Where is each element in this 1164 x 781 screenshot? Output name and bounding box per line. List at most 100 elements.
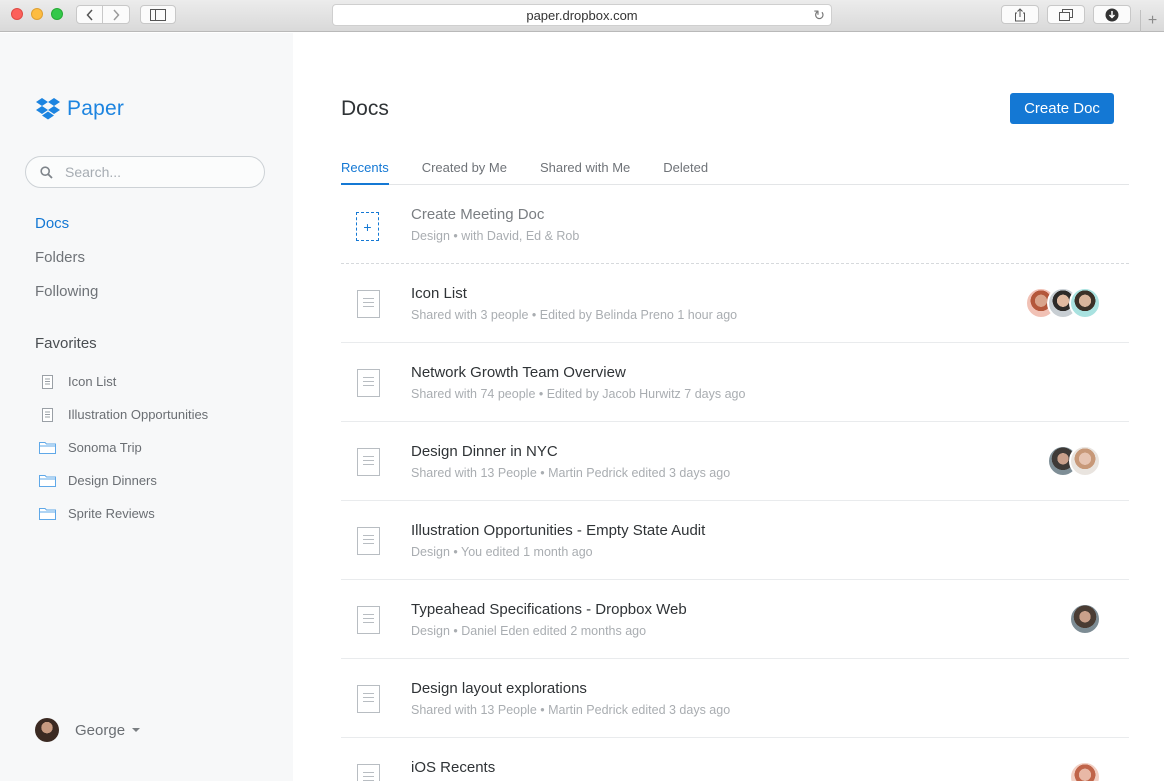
window-close-button[interactable] <box>11 8 23 20</box>
sidebar-toggle-button[interactable] <box>140 5 176 24</box>
user-menu[interactable]: George <box>35 718 141 742</box>
doc-icon <box>39 407 56 422</box>
doc-title: Create Meeting Doc <box>411 206 545 223</box>
main-content: Docs Create Doc Recents Created by Me Sh… <box>293 33 1164 781</box>
url-text: paper.dropbox.com <box>526 7 638 23</box>
tab-shared-with-me[interactable]: Shared with Me <box>540 152 630 185</box>
avatar <box>1069 761 1101 781</box>
collaborator-avatars <box>1069 603 1101 635</box>
page-title: Docs <box>341 97 389 120</box>
show-tabs-button[interactable] <box>1047 5 1085 24</box>
sidebar-icon <box>150 8 166 21</box>
favorite-item-sonoma-trip[interactable]: Sonoma Trip <box>39 431 208 464</box>
favorite-label: Sonoma Trip <box>68 440 142 455</box>
doc-tabs: Recents Created by Me Shared with Me Del… <box>341 152 1129 185</box>
chevron-right-icon <box>113 8 120 21</box>
share-button[interactable] <box>1001 5 1039 24</box>
collaborator-avatars <box>1047 445 1101 477</box>
create-meeting-doc-row[interactable]: + Create Meeting Doc Design • with David… <box>341 185 1129 264</box>
avatar <box>1069 603 1101 635</box>
doc-icon <box>357 369 380 397</box>
add-doc-icon: + <box>356 212 379 241</box>
doc-subtitle: Shared with 13 People • Martin Pedrick e… <box>411 466 731 480</box>
favorites-heading: Favorites <box>35 335 97 352</box>
doc-icon <box>39 374 56 389</box>
doc-title: Design Dinner in NYC <box>411 443 558 460</box>
reload-icon[interactable]: ↻ <box>813 7 825 24</box>
caret-down-icon <box>132 728 141 732</box>
address-bar[interactable]: paper.dropbox.com ↻ <box>332 4 832 26</box>
sidebar: Paper Docs Folders Following Favorites I… <box>0 33 293 781</box>
doc-subtitle: Shared with 74 people • Edited by Jacob … <box>411 387 746 401</box>
doc-title: Illustration Opportunities - Empty State… <box>411 522 706 539</box>
favorite-item-icon-list[interactable]: Icon List <box>39 365 208 398</box>
doc-row[interactable]: Icon List Shared with 3 people • Edited … <box>341 264 1129 343</box>
collaborator-avatars <box>1069 761 1101 781</box>
user-name: George <box>75 721 126 739</box>
logo-text: Paper <box>67 97 125 120</box>
favorite-item-design-dinners[interactable]: Design Dinners <box>39 464 208 497</box>
new-tab-button[interactable]: + <box>1140 10 1164 32</box>
tab-recents[interactable]: Recents <box>341 152 389 185</box>
folder-icon <box>39 441 56 454</box>
doc-icon <box>357 448 380 476</box>
doc-row[interactable]: Design layout explorations Shared with 1… <box>341 659 1129 738</box>
downloads-button[interactable] <box>1093 5 1131 24</box>
doc-row[interactable]: Design Dinner in NYC Shared with 13 Peop… <box>341 422 1129 501</box>
doc-title: Design layout explorations <box>411 680 587 697</box>
forward-button[interactable] <box>103 5 130 24</box>
doc-title: Icon List <box>411 285 467 302</box>
doc-row[interactable]: Typeahead Specifications - Dropbox Web D… <box>341 580 1129 659</box>
doc-title: Typeahead Specifications - Dropbox Web <box>411 601 687 618</box>
doc-title: iOS Recents <box>411 759 496 776</box>
doc-row[interactable]: Illustration Opportunities - Empty State… <box>341 501 1129 580</box>
doc-row[interactable]: iOS Recents <box>341 738 1129 781</box>
share-icon <box>1015 7 1025 21</box>
dropbox-icon <box>36 98 60 120</box>
doc-subtitle: Design • Daniel Eden edited 2 months ago <box>411 624 647 638</box>
tab-created-by-me[interactable]: Created by Me <box>422 152 507 185</box>
avatar <box>1069 287 1101 319</box>
download-icon <box>1105 8 1119 21</box>
doc-subtitle: Shared with 13 People • Martin Pedrick e… <box>411 703 731 717</box>
browser-toolbar: paper.dropbox.com ↻ + <box>0 0 1164 32</box>
folder-icon <box>39 507 56 520</box>
paper-logo[interactable]: Paper <box>36 97 124 121</box>
doc-subtitle: Design • with David, Ed & Rob <box>411 229 580 243</box>
window-minimize-button[interactable] <box>31 8 43 20</box>
favorites-list: Icon List Illustration Opportunities Son… <box>39 365 208 530</box>
doc-icon <box>357 606 380 634</box>
doc-title: Network Growth Team Overview <box>411 364 626 381</box>
create-doc-button[interactable]: Create Doc <box>1010 93 1114 124</box>
doc-icon <box>357 685 380 713</box>
avatar <box>1069 445 1101 477</box>
collaborator-avatars <box>1025 287 1101 319</box>
folder-icon <box>39 474 56 487</box>
tab-deleted[interactable]: Deleted <box>663 152 708 185</box>
search-icon <box>40 165 53 179</box>
favorite-label: Design Dinners <box>68 473 157 488</box>
search-input[interactable] <box>65 164 245 180</box>
sidebar-item-docs[interactable]: Docs <box>35 213 98 247</box>
sidebar-item-following[interactable]: Following <box>35 281 98 315</box>
back-button[interactable] <box>76 5 103 24</box>
favorite-label: Sprite Reviews <box>68 506 155 521</box>
avatar <box>35 718 59 742</box>
sidebar-nav: Docs Folders Following <box>35 213 98 315</box>
doc-icon <box>357 527 380 555</box>
favorite-label: Icon List <box>68 374 117 389</box>
doc-row[interactable]: Network Growth Team Overview Shared with… <box>341 343 1129 422</box>
doc-subtitle: Shared with 3 people • Edited by Belinda… <box>411 308 738 322</box>
doc-list: + Create Meeting Doc Design • with David… <box>341 185 1129 781</box>
sidebar-item-folders[interactable]: Folders <box>35 247 98 281</box>
favorite-label: Illustration Opportunities <box>68 407 209 422</box>
chevron-left-icon <box>85 8 93 21</box>
doc-icon <box>357 764 380 781</box>
tabs-icon <box>1059 8 1073 21</box>
search-box[interactable] <box>25 156 265 188</box>
window-maximize-button[interactable] <box>51 8 63 20</box>
favorite-item-illustration-opportunities[interactable]: Illustration Opportunities <box>39 398 208 431</box>
doc-subtitle: Design • You edited 1 month ago <box>411 545 593 559</box>
favorite-item-sprite-reviews[interactable]: Sprite Reviews <box>39 497 208 530</box>
doc-icon <box>357 290 380 318</box>
